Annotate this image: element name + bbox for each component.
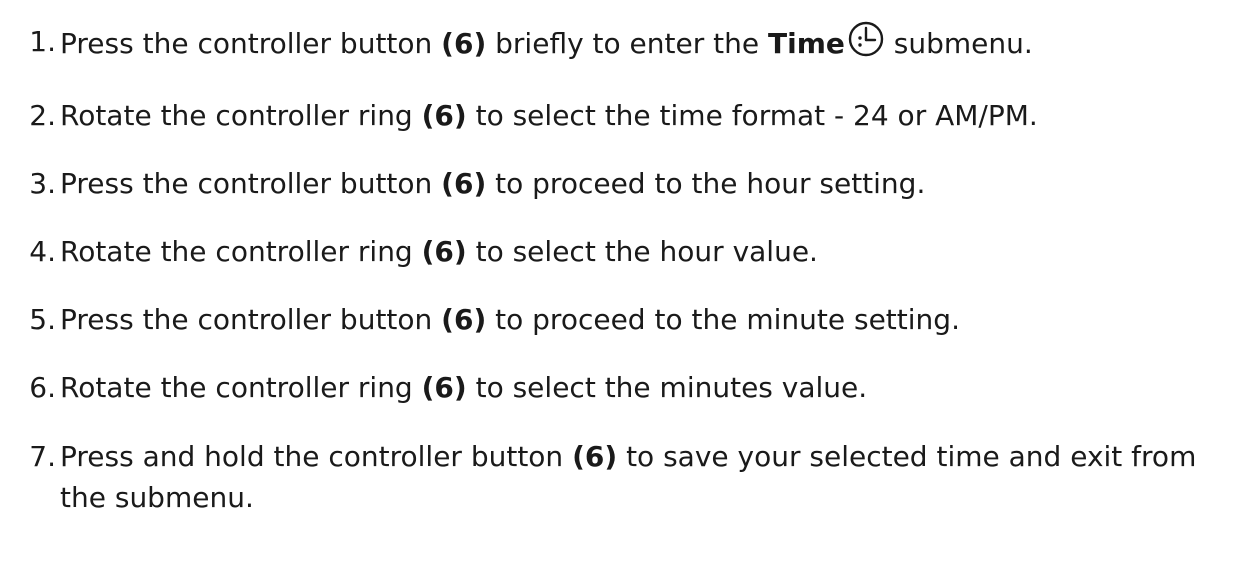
step-text-start: Press and hold the controller button [60, 440, 573, 473]
reference-number: (6) [572, 440, 618, 473]
step-number: 4. [29, 235, 56, 268]
instruction-list: 1. Press the controller button (6) brief… [0, 0, 1254, 563]
menu-name: Time [768, 27, 845, 60]
step-7: 7. Press and hold the controller button … [14, 436, 1244, 518]
step-text-end: submenu. [884, 27, 1033, 60]
reference-number: (6) [421, 99, 467, 132]
step-4: 4. Rotate the controller ring (6) to sel… [14, 231, 1244, 272]
step-number: 6. [29, 371, 56, 404]
step-text-end: to proceed to the hour setting. [486, 167, 926, 200]
step-text: Rotate the controller ring (6) to select… [60, 367, 1244, 408]
step-number: 3. [29, 167, 56, 200]
clock-icon [848, 21, 884, 57]
step-3: 3. Press the controller button (6) to pr… [14, 163, 1244, 204]
step-text-start: Rotate the controller ring [60, 235, 422, 268]
reference-number: (6) [441, 167, 487, 200]
reference-number: (6) [441, 303, 487, 336]
step-text-end: to select the time format - 24 or AM/PM. [466, 99, 1038, 132]
reference-number: (6) [441, 27, 487, 60]
step-text: Rotate the controller ring (6) to select… [60, 231, 1244, 272]
step-number: 2. [29, 99, 56, 132]
step-text-start: Press the controller button [60, 303, 442, 336]
step-text: Press the controller button (6) to proce… [60, 299, 1244, 340]
step-text: Press and hold the controller button (6)… [60, 436, 1244, 518]
step-text-end: to select the minutes value. [466, 371, 868, 404]
step-text: Rotate the controller ring (6) to select… [60, 95, 1244, 136]
step-text-start: Press the controller button [60, 167, 442, 200]
step-number: 1. [29, 25, 56, 58]
step-5: 5. Press the controller button (6) to pr… [14, 299, 1244, 340]
step-1: 1. Press the controller button (6) brief… [14, 21, 1244, 64]
step-text: Press the controller button (6) to proce… [60, 163, 1244, 204]
step-2: 2. Rotate the controller ring (6) to sel… [14, 95, 1244, 136]
reference-number: (6) [421, 235, 467, 268]
step-6: 6. Rotate the controller ring (6) to sel… [14, 367, 1244, 408]
step-text-start: Rotate the controller ring [60, 371, 422, 404]
step-text: Press the controller button (6) briefly … [60, 21, 1244, 64]
step-text-start: Rotate the controller ring [60, 99, 422, 132]
step-text-start: Press the controller button [60, 27, 442, 60]
step-text-end: to proceed to the minute setting. [486, 303, 960, 336]
step-number: 5. [29, 303, 56, 336]
step-text-end: to select the hour value. [466, 235, 818, 268]
step-text-middle: briefly to enter the [486, 27, 768, 60]
step-number: 7. [29, 440, 56, 473]
reference-number: (6) [421, 371, 467, 404]
